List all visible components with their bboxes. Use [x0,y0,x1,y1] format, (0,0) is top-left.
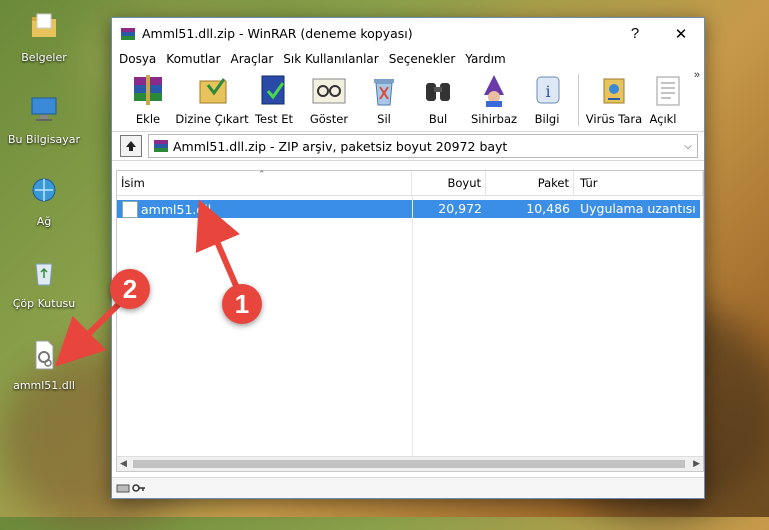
find-button[interactable]: Bul [410,69,466,129]
view-button[interactable]: Göster [300,69,358,129]
table-row[interactable]: amml51.dll 20,972 10,486 Uygulama uzantı… [117,200,703,218]
scroll-left-icon[interactable]: ◀ [120,458,127,469]
toolbar-label: Bul [428,112,448,126]
toolbar-label: Sihirbaz [470,112,518,126]
column-packed[interactable]: Paket [486,171,574,195]
toolbar-label: Ekle [135,112,161,126]
up-folder-button[interactable] [120,135,142,157]
file-packed-size: 10,486 [526,201,570,216]
address-bar: Amml51.dll.zip - ZIP arşiv, paketsiz boy… [112,132,704,161]
toolbar-label: Virüs Tara [585,112,643,126]
desktop-icon-this-pc[interactable]: Bu Bilgisayar [6,92,82,146]
sort-indicator-icon: ⌃ [258,170,266,180]
info-icon: i [536,76,560,104]
drive-icon[interactable] [116,482,130,494]
file-type: Uygulama uzantısı [580,201,696,216]
desktop-icon-label: Çöp Kutusu [12,297,76,310]
view-icon [312,78,346,104]
dll-file-icon [122,200,138,218]
comment-button[interactable]: Açıkl [643,69,683,129]
desktop-icon-documents[interactable]: Belgeler [6,10,82,64]
virus-scan-icon [603,78,625,104]
desktop-icon-label: Bu Bilgisayar [8,133,80,146]
scroll-right-icon[interactable]: ▶ [693,458,700,469]
status-bar [112,477,704,498]
scrollbar-thumb[interactable] [133,460,685,468]
up-arrow-icon [126,141,136,151]
toolbar: Ekle Dizine Çıkart Test Et Göster Sil Bu… [112,69,704,132]
info-button[interactable]: i Bilgi [522,69,572,129]
step-badge-2: 2 [110,269,150,309]
menu-help[interactable]: Yardım [461,52,511,66]
desktop-icon-label: amml51.dll [13,379,75,392]
toolbar-label: Bilgi [534,112,560,126]
archive-icon [154,140,168,152]
key-icon[interactable] [132,482,146,494]
archive-path-combobox[interactable]: Amml51.dll.zip - ZIP arşiv, paketsiz boy… [148,134,698,158]
file-name: amml51.dll [141,201,212,217]
desktop-icon-dll-file[interactable]: amml51.dll [6,338,82,392]
find-icon [426,83,450,101]
file-list: ⌃ İsim Boyut Paket Tür amml51.dll 20,972… [116,170,704,472]
menu-options[interactable]: Seçenekler [385,52,462,66]
comment-icon [656,76,680,106]
title-bar[interactable]: Amml51.dll.zip - WinRAR (deneme kopyası)… [112,18,704,49]
help-button[interactable]: ? [612,18,658,49]
svg-text:i: i [545,82,550,101]
menu-bar: Dosya Komutlar Araçlar Sık Kullanılanlar… [112,49,704,69]
desktop-icon-recycle-bin[interactable]: Çöp Kutusu [6,256,82,310]
virus-scan-button[interactable]: Virüs Tara [585,69,643,129]
toolbar-label: Açıkl [649,112,677,126]
wizard-button[interactable]: Sihirbaz [466,69,522,129]
menu-favorites[interactable]: Sık Kullanılanlar [279,52,384,66]
chevron-down-icon[interactable]: ⌵ [679,141,697,152]
winrar-window: Amml51.dll.zip - WinRAR (deneme kopyası)… [111,17,705,499]
menu-file[interactable]: Dosya [115,52,162,66]
toolbar-label: Göster [309,112,349,126]
file-list-header: ⌃ İsim Boyut Paket Tür [117,170,703,196]
extract-to-button[interactable]: Dizine Çıkart [175,69,249,129]
delete-button[interactable]: Sil [358,69,410,129]
menu-tools[interactable]: Araçlar [227,52,280,66]
column-size[interactable]: Boyut [412,171,486,195]
extract-folder-icon [199,78,227,104]
toolbar-label: Sil [377,112,391,126]
close-button[interactable]: ✕ [658,18,704,49]
column-divider [412,195,413,457]
toolbar-label: Dizine Çıkart [175,112,249,126]
file-size: 20,972 [438,201,482,216]
step-badge-1: 1 [222,284,262,324]
winrar-app-icon [121,27,135,40]
add-books-icon [134,75,162,105]
toolbar-separator [578,74,579,126]
test-icon [261,75,285,105]
toolbar-overflow-button[interactable]: » [694,69,700,81]
delete-icon [374,79,394,106]
desktop-icon-network[interactable]: Ağ [6,174,82,228]
toolbar-label: Test Et [254,112,294,126]
wizard-icon [484,75,504,107]
menu-commands[interactable]: Komutlar [162,52,226,66]
horizontal-scrollbar[interactable]: ◀ ▶ [117,456,703,471]
documents-folder-icon [32,13,56,37]
dll-file-icon [35,340,54,370]
window-title: Amml51.dll.zip - WinRAR (deneme kopyası) [142,26,413,41]
computer-icon [31,97,57,121]
test-button[interactable]: Test Et [248,69,300,129]
archive-path-text: Amml51.dll.zip - ZIP arşiv, paketsiz boy… [173,138,508,154]
add-button[interactable]: Ekle [120,69,176,129]
desktop-icon-label: Ağ [36,215,52,228]
column-type[interactable]: Tür [574,171,703,195]
recycle-bin-icon [35,263,53,286]
network-globe-icon [32,178,56,202]
desktop-icon-label: Belgeler [21,51,67,64]
